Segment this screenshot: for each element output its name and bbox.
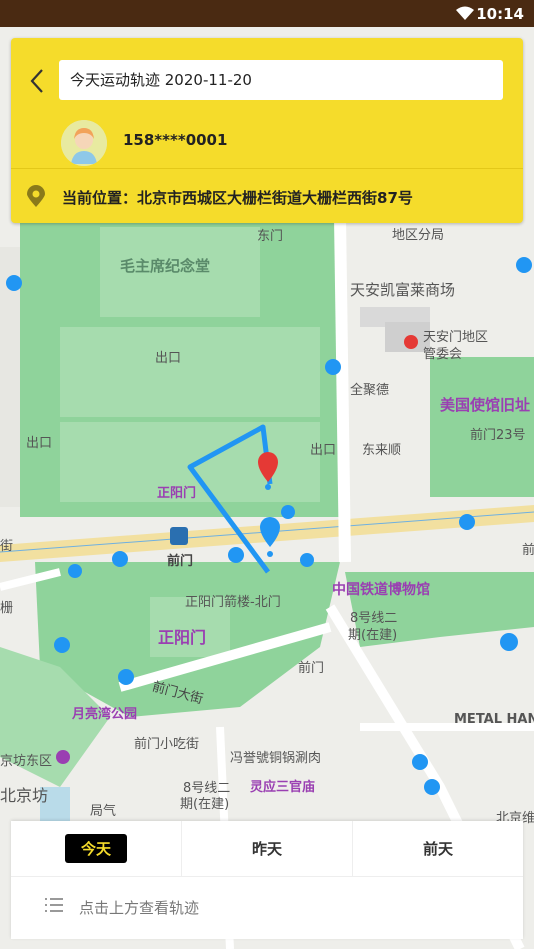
map-label-metal-hand: METAL HAND <box>454 712 534 727</box>
map-label-border-jie: 街 <box>0 539 14 554</box>
map-label-exit-b: 出口 <box>26 436 53 451</box>
track-title-field: 今天运动轨迹 2020-11-20 <box>59 60 503 100</box>
track-hint-text: 点击上方查看轨迹 <box>79 899 200 917</box>
tab-day-before[interactable]: 前天 <box>353 821 523 876</box>
map-label-moon-park: 月亮湾公园 <box>72 707 138 722</box>
tab-day-before-label: 前天 <box>422 840 453 858</box>
wifi-icon <box>456 6 474 20</box>
map-label-zhengyangmen: 正阳门 <box>158 628 207 647</box>
map-label-lingying-temple: 灵应三官庙 <box>250 780 316 795</box>
location-pin-icon <box>27 185 45 207</box>
list-icon <box>45 898 63 912</box>
map-label-kerry-mall: 天安凯富莱商场 <box>350 281 456 299</box>
map-label-us-embassy: 美国使馆旧址 <box>440 396 531 414</box>
map-label-management: 管委会 <box>423 347 463 362</box>
track-hint-row[interactable]: 点击上方查看轨迹 <box>11 877 523 939</box>
day-tabs: 今天 昨天 前天 <box>11 821 523 877</box>
map-label-dongmen: 东门 <box>257 229 284 244</box>
map-label-qianmen-road: 前门 <box>298 661 325 676</box>
tab-today[interactable]: 今天 <box>11 821 182 876</box>
map-label-jingfang: 京坊东区 <box>0 754 53 769</box>
map-label-qianmen-station: 前门 <box>167 554 194 569</box>
map-label-fengyi: 冯誉號铜锅涮肉 <box>230 751 322 766</box>
map-label-exit-a: 出口 <box>155 351 182 366</box>
map-label-juqi: 局气 <box>90 804 117 819</box>
current-location: 当前位置：北京市西城区大栅栏街道大栅栏西街87号 <box>62 189 413 207</box>
header-divider <box>11 168 523 169</box>
back-arrow-icon[interactable] <box>27 66 47 96</box>
map-label-border-xian: 栅 <box>0 601 14 616</box>
map-label-district-branch: 地区分局 <box>392 228 445 243</box>
map-label-railway-museum: 中国铁道博物馆 <box>332 582 430 598</box>
avatar <box>61 120 107 166</box>
tab-yesterday-label: 昨天 <box>251 840 282 858</box>
map-label-quanjude: 全聚德 <box>350 383 390 398</box>
map-label-line8-b: 期(在建) <box>348 628 398 643</box>
map-label-exit-c: 出口 <box>310 443 337 458</box>
map-label-line8-d: 期(在建) <box>180 797 230 812</box>
user-phone: 158****0001 <box>123 131 228 149</box>
map-label-border-qian: 前 <box>522 543 534 558</box>
tab-today-label: 今天 <box>64 834 127 863</box>
map-label-snack-street: 前门小吃街 <box>134 737 200 752</box>
map-label-zhengyangmen-top: 正阳门 <box>157 486 197 501</box>
user-avatar-icon <box>61 120 107 166</box>
status-bar: 10:14 <box>0 0 534 27</box>
status-time: 10:14 <box>476 5 524 23</box>
map-label-mao-memorial: 毛主席纪念堂 <box>120 257 211 275</box>
bottom-panel: 今天 昨天 前天 点击上方查看轨迹 <box>11 821 523 939</box>
map-label-qianmen23: 前门23号 <box>470 428 526 443</box>
map-label-zhengyangmen-arrow: 正阳门箭楼-北门 <box>185 595 281 610</box>
map-label-beijingfang: 北京坊 <box>0 786 49 805</box>
map-label-donglaishun: 东来顺 <box>362 443 402 458</box>
tab-yesterday[interactable]: 昨天 <box>182 821 353 876</box>
header-card: 今天运动轨迹 2020-11-20 158****0001 当前位置：北京市西城… <box>11 38 523 223</box>
